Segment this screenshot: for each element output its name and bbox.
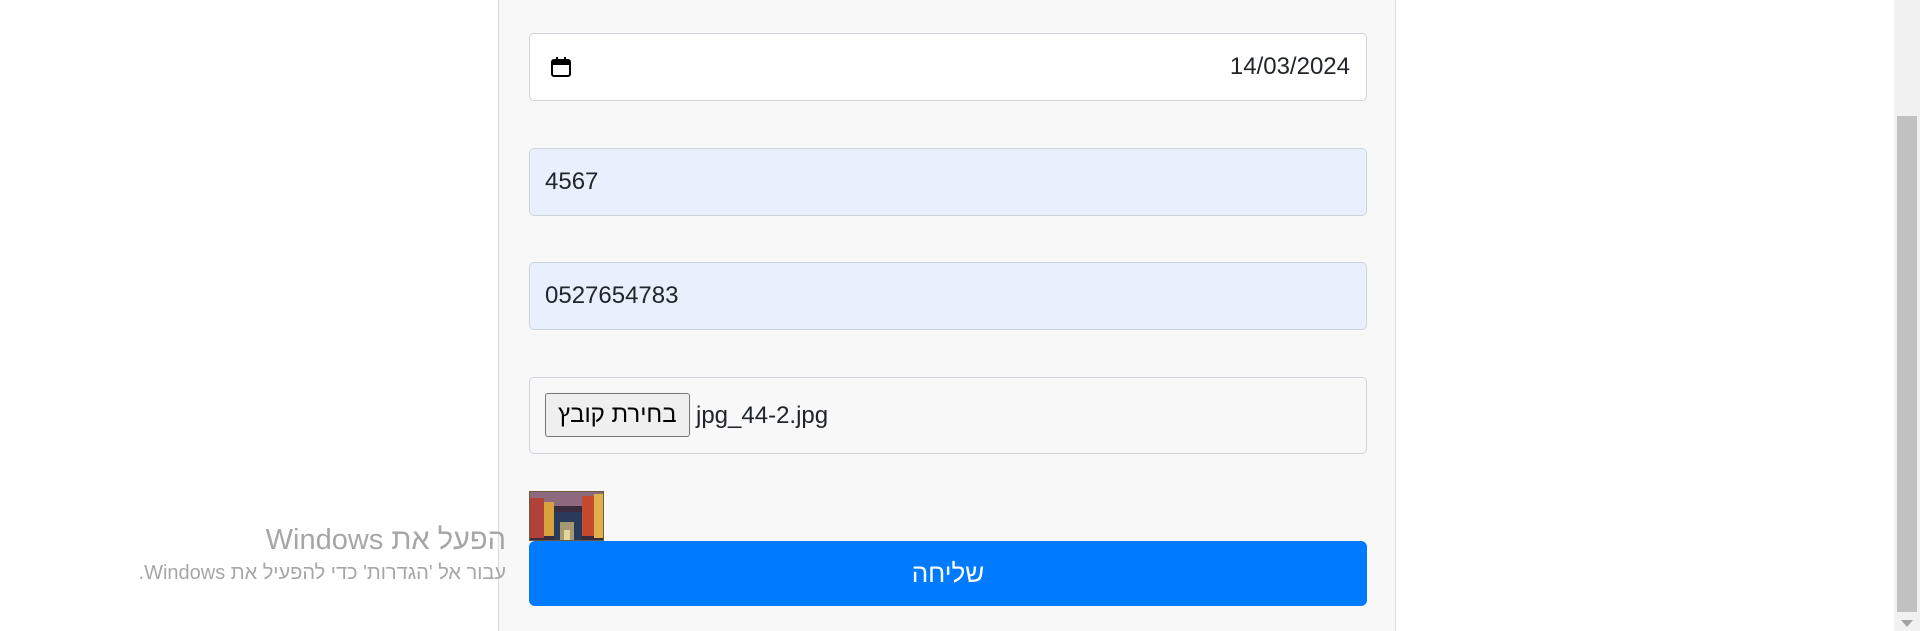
chevron-down-icon[interactable] bbox=[1901, 620, 1913, 627]
image-preview bbox=[529, 491, 604, 541]
watermark-subtitle: עבור אל 'הגדרות' כדי להפעיל את Windows. bbox=[138, 562, 506, 584]
vertical-scrollbar[interactable] bbox=[1894, 0, 1920, 631]
phone-input[interactable]: 0527654783 bbox=[529, 262, 1367, 330]
watermark-title: הפעל את Windows bbox=[265, 524, 506, 556]
file-input[interactable]: בחירת קובץ jpg_44-2.jpg bbox=[529, 377, 1367, 454]
date-input[interactable]: 14/03/2024 bbox=[529, 33, 1367, 101]
code-value: 4567 bbox=[545, 168, 599, 195]
phone-value: 0527654783 bbox=[545, 282, 679, 309]
calendar-icon[interactable] bbox=[550, 56, 572, 78]
windows-activation-watermark: הפעל את Windows עבור אל 'הגדרות' כדי להפ… bbox=[139, 520, 506, 586]
date-value: 14/03/2024 bbox=[1229, 53, 1350, 80]
scrollbar-thumb[interactable] bbox=[1897, 116, 1917, 612]
file-name: jpg_44-2.jpg bbox=[696, 401, 829, 429]
submit-button[interactable]: שליחה bbox=[529, 541, 1367, 606]
choose-file-button[interactable]: בחירת קובץ bbox=[545, 393, 690, 437]
image-preview-picture bbox=[530, 492, 603, 540]
code-input[interactable]: 4567 bbox=[529, 148, 1367, 216]
